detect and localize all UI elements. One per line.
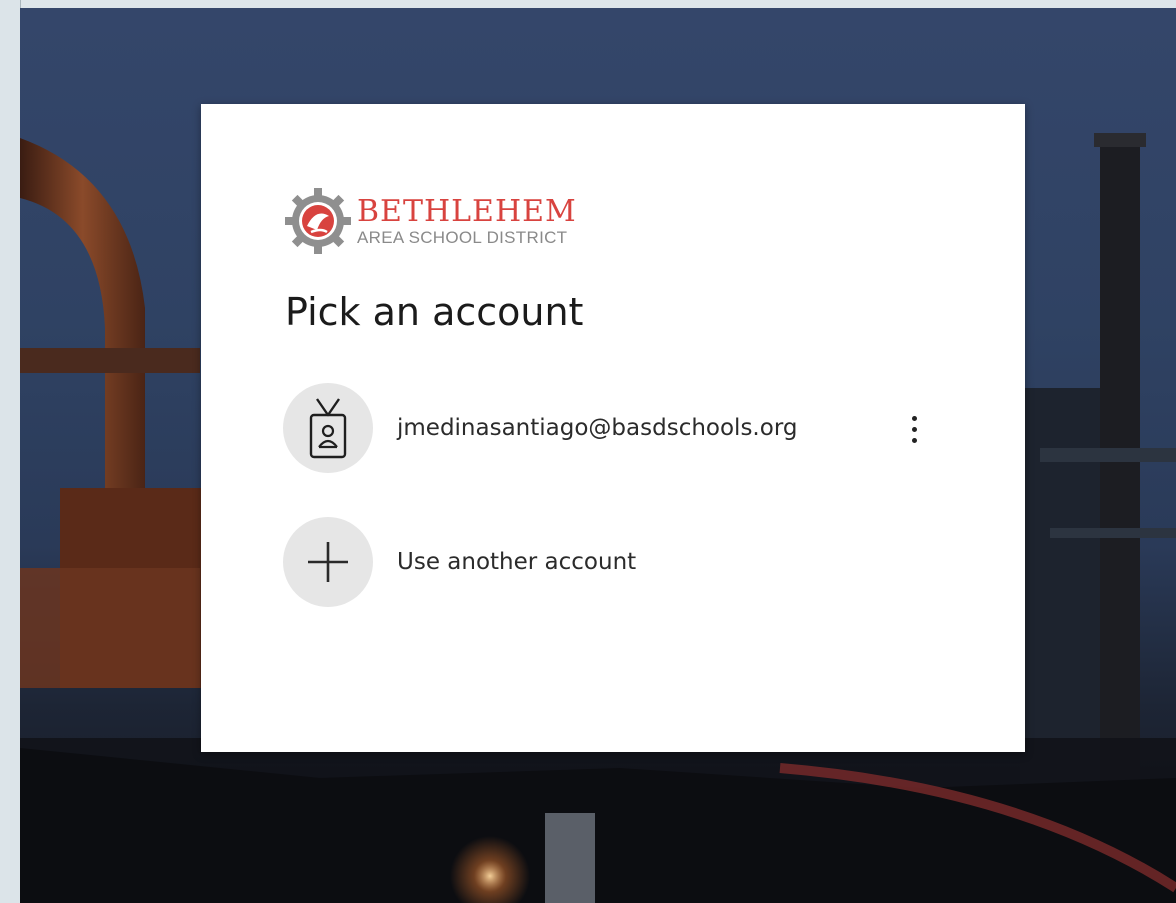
district-name: BETHLEHEM <box>357 193 577 229</box>
screen: BETHLEHEM AREA SCHOOL DISTRICT Pick an a… <box>0 0 1176 903</box>
account-avatar <box>283 383 373 473</box>
use-another-account-label: Use another account <box>397 549 637 575</box>
page-title: Pick an account <box>285 290 584 334</box>
account-email: jmedinasantiago@basdschools.org <box>397 415 798 441</box>
district-logo: BETHLEHEM AREA SCHOOL DISTRICT <box>283 186 577 256</box>
add-account-avatar <box>283 517 373 607</box>
id-badge-icon <box>309 398 347 459</box>
use-another-account-button[interactable]: Use another account <box>283 516 943 608</box>
more-vertical-icon <box>911 415 917 421</box>
gear-logo-icon <box>285 188 351 254</box>
district-subtitle: AREA SCHOOL DISTRICT <box>357 227 568 247</box>
more-options-button[interactable] <box>896 404 932 454</box>
more-vertical-icon-dot <box>911 426 917 432</box>
more-vertical-icon-dot <box>911 437 917 443</box>
spreadsheet-grid-left <box>0 0 21 903</box>
plus-icon <box>308 542 348 582</box>
account-tile[interactable]: jmedinasantiago@basdschools.org <box>283 382 943 474</box>
sign-in-dialog: BETHLEHEM AREA SCHOOL DISTRICT Pick an a… <box>201 104 1025 752</box>
